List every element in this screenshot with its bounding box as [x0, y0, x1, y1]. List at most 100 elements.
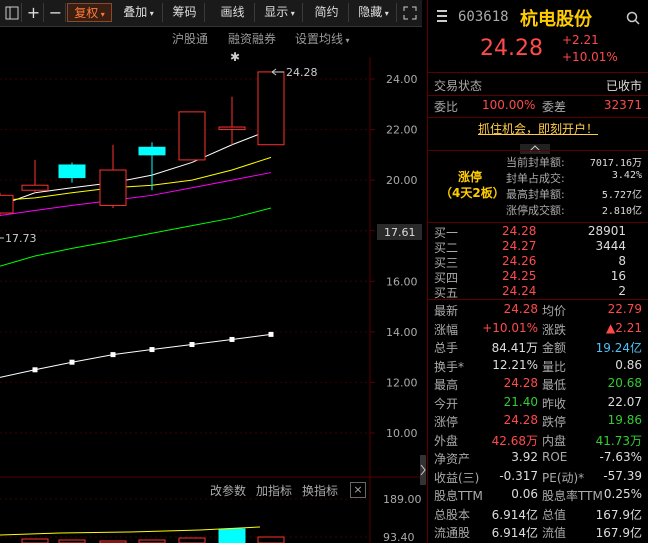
- stat-label: 今开: [434, 396, 459, 411]
- collapse-icon[interactable]: [520, 139, 550, 154]
- stat-label: 净资产: [434, 452, 471, 466]
- kline-chart-area[interactable]: 24.0022.0020.0018.0016.0014.0012.0010.00…: [0, 27, 422, 543]
- volume-bar: [218, 528, 246, 543]
- candle-body[interactable]: [58, 164, 86, 179]
- display-button[interactable]: 显示 ▾: [257, 3, 303, 22]
- stock-code: 603618: [458, 9, 509, 25]
- limit-info-label: 涨停成交额:: [506, 204, 565, 217]
- ma5-line: [0, 129, 272, 206]
- stat-label: 金额: [542, 341, 567, 355]
- stat-value: 167.9亿: [595, 526, 642, 540]
- stat-label: 股息TTM: [434, 489, 483, 503]
- limit-info-label: 当前封单额:: [506, 156, 565, 169]
- limit-info-row: 当前封单额: 7017.16万: [506, 154, 642, 170]
- restore-rights-label: 复权: [74, 6, 99, 20]
- switch-indicator-link[interactable]: 换指标: [302, 482, 338, 499]
- stat-value: +10.01%: [482, 320, 538, 335]
- price-change-pct: +10.01%: [562, 50, 618, 64]
- close-subchart-icon[interactable]: ×: [350, 482, 366, 498]
- stat-value: 19.24亿: [595, 341, 642, 355]
- kline-chart[interactable]: 24.0022.0020.0018.0016.0014.0012.0010.00…: [0, 27, 422, 543]
- diff-label: 委差: [542, 100, 567, 114]
- stat-value: -0.317: [499, 468, 538, 483]
- search-icon[interactable]: [626, 10, 640, 29]
- stats-row: 涨停 24.28 跌停 19.86: [434, 413, 642, 431]
- y-tick-label: 20.00: [386, 174, 418, 187]
- stats-row: 最高 24.28 最低 20.68: [434, 376, 642, 394]
- limit-info-row: 涨停成交额: 2.810亿: [506, 202, 642, 218]
- quote-panel: 603618 杭电股份 24.28 +2.21 +10.01% 交易状态 已收市…: [427, 0, 648, 543]
- last-price: 24.28: [480, 36, 543, 61]
- fold-icon[interactable]: [2, 3, 22, 22]
- menu-icon[interactable]: [436, 8, 448, 27]
- chips-button[interactable]: 筹码: [165, 3, 205, 22]
- margin-trading-link[interactable]: 融资融券: [228, 30, 276, 47]
- stat-value: 6.914亿: [491, 526, 538, 540]
- stats-row: 股息TTM 0.06 股息率TTM 0.25%: [434, 487, 642, 505]
- limit-up-tag: 涨停: [458, 170, 483, 184]
- chevron-down-icon: ▾: [288, 9, 295, 18]
- candle-body[interactable]: [138, 146, 166, 156]
- stat-label: 最高: [434, 378, 459, 392]
- hide-label: 隐藏: [358, 5, 383, 19]
- panel-toggle-handle[interactable]: [420, 455, 426, 485]
- hide-button[interactable]: 隐藏 ▾: [351, 3, 397, 22]
- hk-connect-link[interactable]: 沪股通: [172, 30, 208, 47]
- candle-body[interactable]: [21, 184, 49, 191]
- low-annotation: 17.73: [0, 232, 37, 245]
- volume-bars: [0, 526, 285, 543]
- candle-body[interactable]: [218, 126, 246, 131]
- stat-value: 167.9亿: [595, 507, 642, 522]
- stats-row: 净资产 3.92 ROE -7.63%: [434, 450, 642, 468]
- stat-value: 24.28: [503, 376, 538, 390]
- stats-row: 总手 84.41万 金额 19.24亿: [434, 339, 642, 357]
- stats-table: 最新 24.28 均价 22.79 涨幅 +10.01% 涨跌 ▲2.21 总手 84.41万 金额…: [428, 302, 648, 542]
- zoom-out-button[interactable]: −: [46, 3, 66, 22]
- stat-label: 收益(三): [434, 470, 480, 485]
- stat-label: 流通股: [434, 526, 471, 540]
- candle-body[interactable]: [0, 194, 14, 214]
- limit-info-value: 2.810亿: [601, 206, 642, 217]
- stat-label: 涨跌: [542, 322, 567, 337]
- stat-value: 22.79: [607, 302, 642, 316]
- limit-info-label: 封单占成交:: [506, 172, 565, 185]
- stat-value: 0.25%: [603, 487, 642, 501]
- add-indicator-link[interactable]: 加指标: [256, 482, 292, 499]
- stat-value: 12.21%: [492, 357, 538, 372]
- volume-bar: [178, 537, 206, 543]
- dot-line: [0, 331, 274, 378]
- bid-volume: 2: [618, 284, 626, 298]
- candle-body[interactable]: [257, 71, 285, 146]
- ma-settings-link[interactable]: 设置均线 ▾: [295, 30, 350, 47]
- stat-value: 0.06: [511, 487, 538, 501]
- y-tick-label: 12.00: [386, 376, 418, 389]
- change-param-link[interactable]: 改参数: [210, 482, 246, 499]
- stat-value: 21.40: [503, 394, 538, 409]
- stat-label: 最低: [542, 378, 567, 392]
- simple-mode-button[interactable]: 简约: [305, 3, 349, 22]
- candle-body[interactable]: [178, 111, 206, 161]
- draw-line-button[interactable]: 画线: [211, 3, 255, 22]
- stat-label: 换手*: [434, 359, 465, 374]
- stat-label: 流值: [542, 526, 567, 540]
- stats-row: 收益(三) -0.317 PE(动)* -57.39: [434, 469, 642, 487]
- restore-rights-button[interactable]: 复权 ▾: [67, 3, 112, 22]
- stat-value: 19.86: [607, 413, 642, 427]
- dot-series-point: [268, 331, 274, 337]
- candle-body[interactable]: [99, 169, 127, 206]
- chevron-down-icon: ▾: [98, 10, 105, 19]
- stat-value: 84.41万: [491, 341, 538, 355]
- expand-icon[interactable]: [399, 3, 421, 22]
- volume-tick-label: 189.00: [383, 493, 422, 506]
- stat-label: 量比: [542, 359, 567, 374]
- zoom-in-button[interactable]: +: [24, 3, 44, 22]
- stat-label: 昨收: [542, 396, 567, 411]
- stat-label: 涨停: [434, 415, 459, 429]
- chevron-down-icon: ▾: [382, 9, 389, 18]
- overlay-button[interactable]: 叠加 ▾: [115, 3, 163, 22]
- open-account-link[interactable]: 抓住机会，即刻开户！: [428, 120, 648, 136]
- stock-name: 杭电股份: [520, 9, 592, 30]
- stat-label: 外盘: [434, 433, 459, 448]
- bid-price: 24.25: [502, 269, 537, 283]
- limit-info-row: 封单占成交: 3.42%: [506, 170, 642, 186]
